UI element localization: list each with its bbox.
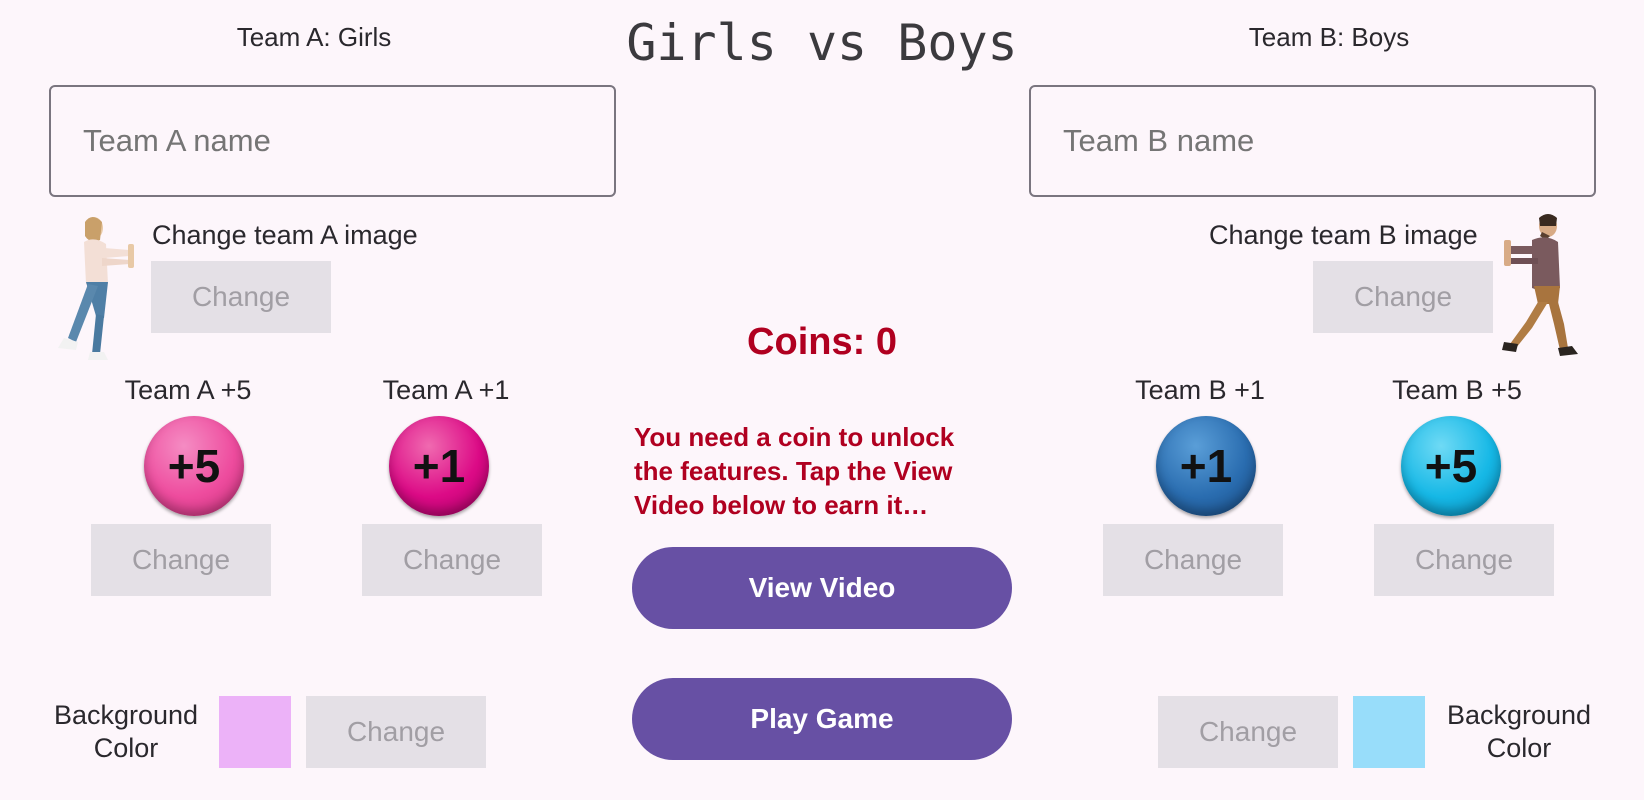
team-a-image-label: Change team A image <box>152 220 418 250</box>
team-b-plus5-ball[interactable]: +5 <box>1401 416 1501 516</box>
team-a-plus5-ball[interactable]: +5 <box>144 416 244 516</box>
team-a-image-change-button[interactable]: Change <box>151 261 331 333</box>
play-game-button[interactable]: Play Game <box>632 678 1012 760</box>
team-a-plus1-change-button[interactable]: Change <box>362 524 542 596</box>
team-a-image[interactable] <box>52 214 134 364</box>
team-b-plus1-label: Team B +1 <box>1135 375 1265 405</box>
team-b-plus1-ball[interactable]: +1 <box>1156 416 1256 516</box>
team-b-bg-color-label: Background Color <box>1446 700 1592 763</box>
team-a-plus1-label: Team A +1 <box>382 375 510 405</box>
team-a-bg-color-change-button[interactable]: Change <box>306 696 486 768</box>
team-b-image[interactable] <box>1502 212 1584 362</box>
team-a-name-input[interactable] <box>49 85 616 197</box>
coin-notice-text: You need a coin to unlock the features. … <box>634 422 955 520</box>
team-a-plus5-label: Team A +5 <box>124 375 252 405</box>
team-b-plus5-label: Team B +5 <box>1392 375 1522 405</box>
coins-counter: Coins: 0 <box>747 321 897 363</box>
team-a-plus1-ball[interactable]: +1 <box>389 416 489 516</box>
team-b-label: Team B: Boys <box>1248 22 1410 52</box>
team-b-name-input[interactable] <box>1029 85 1596 197</box>
team-a-plus5-change-button[interactable]: Change <box>91 524 271 596</box>
team-b-image-change-button[interactable]: Change <box>1313 261 1493 333</box>
team-a-bg-color-swatch[interactable] <box>219 696 291 768</box>
view-video-button[interactable]: View Video <box>632 547 1012 629</box>
team-b-image-label: Change team B image <box>1209 220 1478 250</box>
team-b-plus1-change-button[interactable]: Change <box>1103 524 1283 596</box>
team-b-bg-color-change-button[interactable]: Change <box>1158 696 1338 768</box>
team-a-label: Team A: Girls <box>236 22 392 52</box>
team-b-bg-color-swatch[interactable] <box>1353 696 1425 768</box>
team-a-bg-color-label: Background Color <box>53 700 199 763</box>
team-b-plus5-change-button[interactable]: Change <box>1374 524 1554 596</box>
